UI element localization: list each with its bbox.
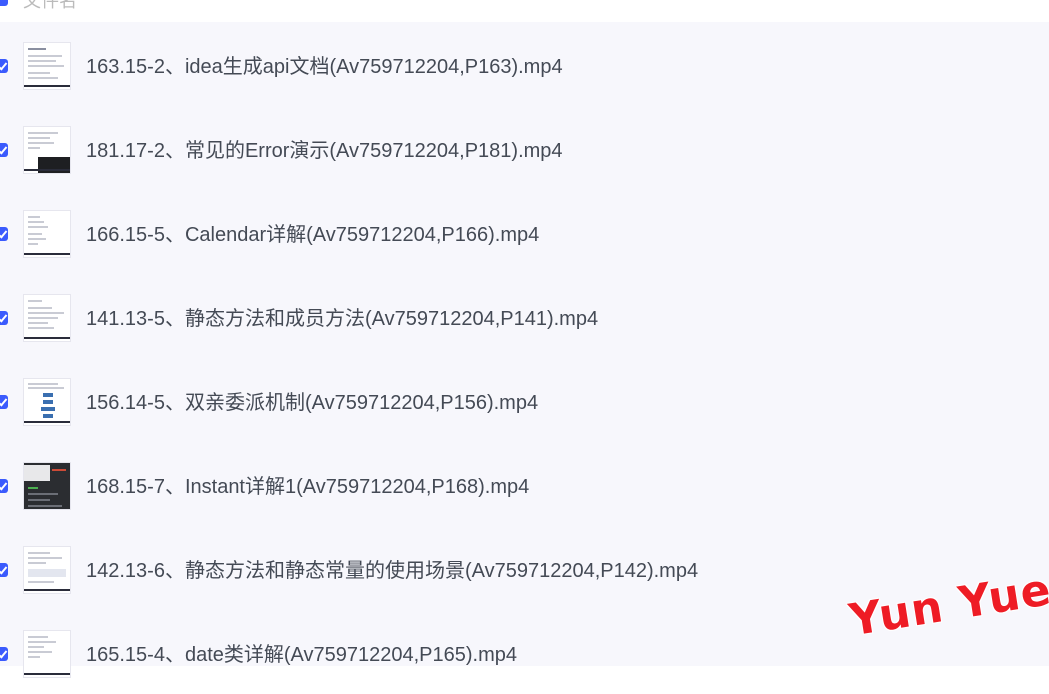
file-name[interactable]: 165.15-4、date类详解(Av759712204,P165).mp4 (86, 643, 517, 667)
list-header: 文件名 (0, 0, 1049, 22)
file-checkbox[interactable] (0, 563, 8, 577)
filename-column-header: 文件名 (23, 0, 77, 11)
file-name[interactable]: 156.14-5、双亲委派机制(Av759712204,P156).mp4 (86, 391, 538, 415)
video-thumbnail (23, 126, 71, 174)
file-name[interactable]: 166.15-5、Calendar详解(Av759712204,P166).mp… (86, 223, 539, 247)
file-checkbox[interactable] (0, 227, 8, 241)
list-item[interactable]: 168.15-7、Instant详解1(Av759712204,P168).mp… (0, 442, 1049, 526)
list-item[interactable]: 141.13-5、静态方法和成员方法(Av759712204,P141).mp4 (0, 274, 1049, 358)
file-list: 163.15-2、idea生成api文档(Av759712204,P163).m… (0, 22, 1049, 678)
file-checkbox[interactable] (0, 647, 8, 661)
video-thumbnail (23, 42, 71, 90)
file-checkbox[interactable] (0, 479, 8, 493)
video-thumbnail (23, 462, 71, 510)
file-name[interactable]: 163.15-2、idea生成api文档(Av759712204,P163).m… (86, 55, 563, 79)
video-thumbnail (23, 630, 71, 678)
list-item[interactable]: 163.15-2、idea生成api文档(Av759712204,P163).m… (0, 22, 1049, 106)
file-checkbox[interactable] (0, 311, 8, 325)
file-checkbox[interactable] (0, 395, 8, 409)
video-thumbnail (23, 546, 71, 594)
file-name[interactable]: 141.13-5、静态方法和成员方法(Av759712204,P141).mp4 (86, 307, 598, 331)
list-item[interactable]: 181.17-2、常见的Error演示(Av759712204,P181).mp… (0, 106, 1049, 190)
list-item[interactable]: 166.15-5、Calendar详解(Av759712204,P166).mp… (0, 190, 1049, 274)
file-checkbox[interactable] (0, 59, 8, 73)
video-thumbnail (23, 294, 71, 342)
select-all-checkbox[interactable] (0, 0, 8, 6)
video-thumbnail (23, 378, 71, 426)
file-name[interactable]: 168.15-7、Instant详解1(Av759712204,P168).mp… (86, 475, 529, 499)
file-name[interactable]: 142.13-6、静态方法和静态常量的使用场景(Av759712204,P142… (86, 559, 698, 583)
list-item[interactable]: 156.14-5、双亲委派机制(Av759712204,P156).mp4 (0, 358, 1049, 442)
video-thumbnail (23, 210, 71, 258)
file-checkbox[interactable] (0, 143, 8, 157)
file-name[interactable]: 181.17-2、常见的Error演示(Av759712204,P181).mp… (86, 139, 563, 163)
